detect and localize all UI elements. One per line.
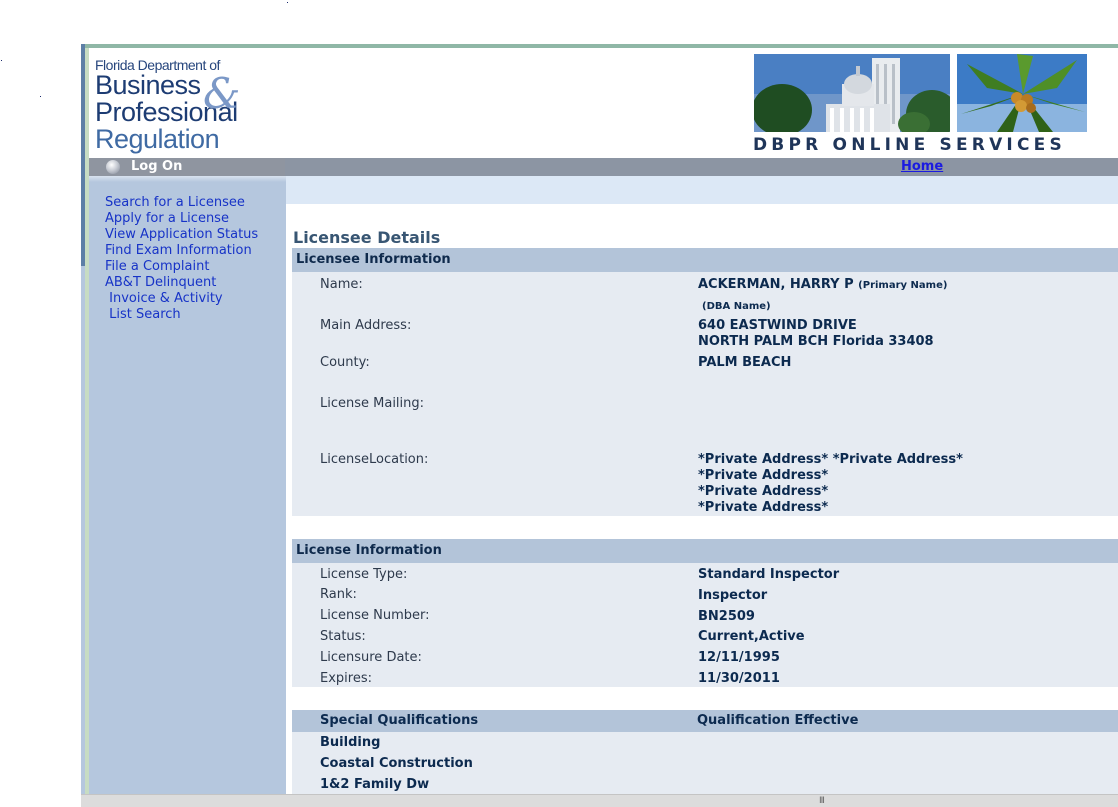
- sidebar-item-find-exam-information[interactable]: Find Exam Information: [105, 243, 258, 259]
- online-services-banner: DBPR ONLINE SERVICES: [753, 135, 1066, 155]
- license-type-label: License Type:: [320, 567, 408, 582]
- main-address-line1: 640 EASTWIND DRIVE: [698, 318, 857, 333]
- horizontal-scrollbar[interactable]: III: [81, 794, 1118, 807]
- license-number-label: License Number:: [320, 608, 430, 623]
- main-content: Licensee Details Licensee Information Na…: [286, 176, 1118, 794]
- sidebar-item-search-licensee[interactable]: Search for a Licensee: [105, 195, 258, 211]
- licensure-date-value: 12/11/1995: [698, 650, 780, 665]
- capitol-photo: [754, 54, 950, 132]
- logon-bullet-icon: [106, 160, 120, 174]
- stray-dot: [40, 96, 41, 97]
- qualification-effective-heading: Qualification Effective: [697, 713, 859, 728]
- qualification-item: 1&2 Family Dw: [320, 777, 430, 792]
- name-value: ACKERMAN, HARRY P (Primary Name): [698, 277, 947, 292]
- rank-value: Inspector: [698, 588, 768, 603]
- sidebar: Search for a Licensee Apply for a Licens…: [89, 176, 286, 794]
- page-title: Licensee Details: [293, 228, 441, 247]
- sidebar-item-view-application-status[interactable]: View Application Status: [105, 227, 258, 243]
- qualification-item: Coastal Construction: [320, 756, 473, 771]
- sidebar-item-abt-delinquent[interactable]: AB&T Delinquent: [105, 275, 258, 291]
- logon-link[interactable]: Log On: [131, 159, 182, 174]
- logo-line-regulation: Regulation: [95, 124, 220, 154]
- stray-dot: [287, 2, 288, 3]
- main-address-label: Main Address:: [320, 318, 412, 333]
- rank-label: Rank:: [320, 587, 357, 602]
- status-label: Status:: [320, 629, 366, 644]
- county-label: County:: [320, 355, 370, 370]
- licensee-info-header: Licensee Information: [292, 248, 1118, 272]
- main-address-line2: NORTH PALM BCH Florida 33408: [698, 334, 934, 349]
- logo-ampersand: &: [203, 69, 241, 118]
- dba-name-tag: (DBA Name): [702, 298, 771, 313]
- site-header: Florida Department of Business Professio…: [89, 48, 1118, 158]
- license-type-value: Standard Inspector: [698, 567, 840, 582]
- license-location-line: *Private Address*: [698, 468, 829, 483]
- sidebar-menu: Search for a Licensee Apply for a Licens…: [105, 195, 258, 323]
- sidebar-item-file-complaint[interactable]: File a Complaint: [105, 259, 258, 275]
- license-location-line: *Private Address*: [698, 484, 829, 499]
- licensee-info-heading: Licensee Information: [296, 252, 451, 267]
- primary-name-tag: (Primary Name): [858, 280, 948, 291]
- special-qualifications-heading: Special Qualifications: [320, 713, 479, 728]
- licensure-date-label: Licensure Date:: [320, 650, 422, 665]
- qualification-item: Building: [320, 735, 381, 750]
- status-value: Current,Active: [698, 629, 805, 644]
- license-location-line: *Private Address* *Private Address*: [698, 452, 963, 467]
- license-info-header: License Information: [292, 539, 1118, 563]
- scrollbar-grip[interactable]: III: [819, 796, 825, 806]
- dbpr-logo[interactable]: Florida Department of Business Professio…: [95, 58, 241, 154]
- dba-name-text: (DBA Name): [702, 301, 771, 312]
- expires-value: 11/30/2011: [698, 671, 780, 686]
- expires-label: Expires:: [320, 671, 372, 686]
- sidebar-item-apply-license[interactable]: Apply for a License: [105, 211, 258, 227]
- content-top-band: [286, 176, 1118, 204]
- palm-tree-photo: [957, 54, 1087, 132]
- license-number-value: BN2509: [698, 609, 755, 624]
- name-label: Name:: [320, 277, 363, 292]
- license-info-heading: License Information: [296, 543, 442, 558]
- sidebar-item-invoice-activity[interactable]: Invoice & Activity: [105, 291, 258, 307]
- license-location-label: LicenseLocation:: [320, 452, 429, 467]
- license-location-line: *Private Address*: [698, 500, 829, 515]
- licensee-name: ACKERMAN, HARRY P: [698, 277, 854, 292]
- stray-dot: [1, 60, 2, 61]
- sidebar-item-list-search[interactable]: List Search: [105, 307, 258, 323]
- home-link[interactable]: Home: [901, 159, 943, 174]
- sidebar-top-gradient: [89, 176, 286, 182]
- top-nav-bar: Log On Home: [89, 158, 1118, 176]
- license-mailing-label: License Mailing:: [320, 396, 425, 411]
- county-value: PALM BEACH: [698, 355, 792, 370]
